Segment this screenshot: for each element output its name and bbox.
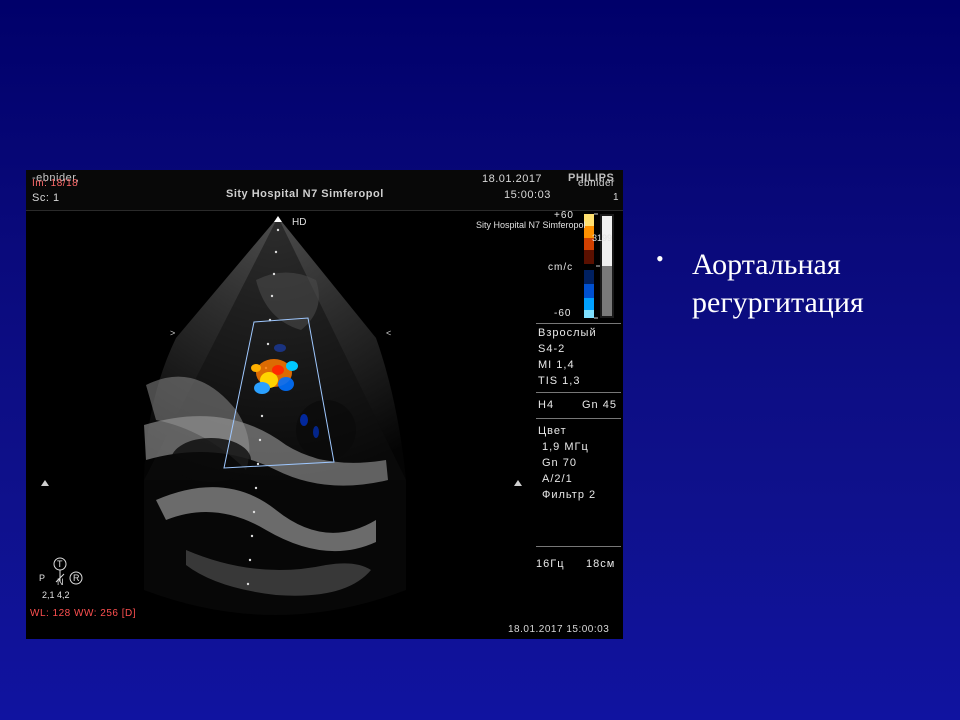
thermal-index: TIS 1,3: [538, 375, 581, 387]
scale-top: +60: [554, 210, 574, 221]
overlay-number: 3199: [592, 233, 613, 243]
harmonic-setting: H4: [538, 399, 555, 411]
panel-divider-4: [536, 546, 621, 547]
orient-values: 2,1 4,2: [42, 590, 70, 600]
window-level: WL: 128 WW: 256 [D]: [30, 608, 137, 619]
color-filter: Фильтр 2: [542, 489, 597, 501]
ultrasound-image: -ebnider, Im: 18/18 Sc: 1 Sity Hospital …: [26, 170, 623, 639]
panel-divider-1: [536, 323, 621, 324]
color-frequency: 1,9 МГц: [542, 441, 589, 453]
gain-setting: Gn 45: [582, 399, 617, 411]
color-gain: Gn 70: [542, 457, 577, 469]
scale-unit: cm/c: [548, 262, 574, 273]
color-settings: A/2/1: [542, 473, 573, 485]
probe-type: S4-2: [538, 343, 566, 355]
bullet-text: Аортальная регургитация: [692, 248, 864, 319]
echo-sector: > <: [41, 213, 614, 615]
orient-r: R: [73, 573, 80, 583]
mechanical-index: MI 1,4: [538, 359, 575, 371]
color-mode: Цвет: [538, 425, 567, 437]
orient-n: N: [57, 577, 64, 587]
panel-divider-2: [536, 392, 621, 393]
overlay-hospital: Sity Hospital N7 Simferopol: [476, 220, 586, 230]
panel-divider-3: [536, 418, 621, 419]
footer-datetime: 18.01.2017 15:00:03: [508, 624, 610, 635]
scale-bottom: -60: [554, 308, 572, 319]
frame-rate: 16Гц: [536, 558, 565, 570]
orient-t: T: [57, 559, 63, 569]
svg-text:<: <: [386, 328, 391, 338]
mode-adult: Взрослый: [538, 327, 597, 339]
depth: 18см: [586, 558, 616, 570]
bullet-marker: •: [656, 246, 664, 271]
svg-text:>: >: [170, 328, 175, 338]
probe-label: HD: [292, 217, 307, 228]
orient-p: P: [39, 573, 46, 583]
